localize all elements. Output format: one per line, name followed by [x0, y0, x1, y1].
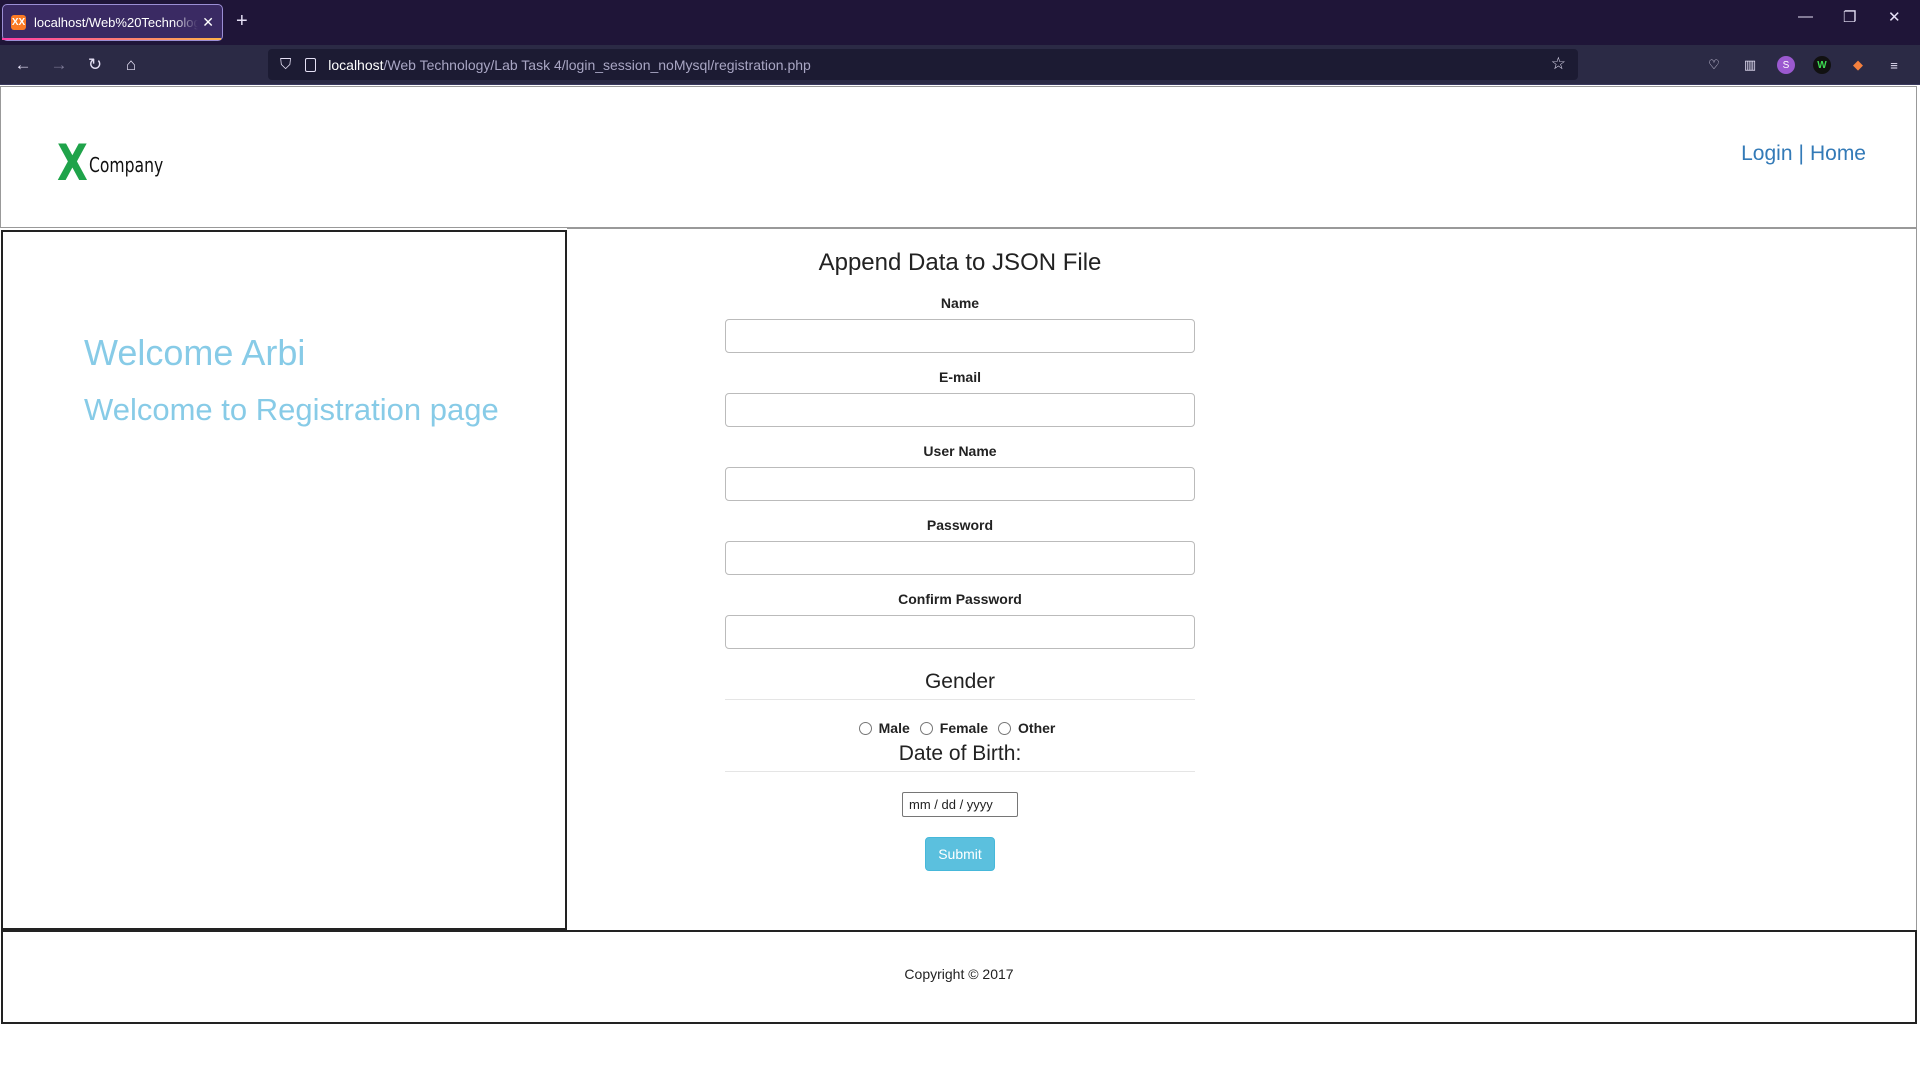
menu-hamburger-icon[interactable]: ≡	[1885, 56, 1903, 74]
url-text[interactable]: localhost/Web Technology/Lab Task 4/logi…	[328, 57, 811, 73]
welcome-page-heading: Welcome to Registration page	[84, 392, 499, 427]
header-nav: Login | Home	[1741, 142, 1866, 166]
confirm-password-label: Confirm Password	[898, 591, 1022, 607]
reload-icon[interactable]: ↻	[84, 54, 106, 76]
nav-separator: |	[1798, 142, 1804, 165]
dob-heading: Date of Birth:	[725, 742, 1195, 772]
confirm-password-input[interactable]	[725, 615, 1195, 649]
gender-other-radio[interactable]	[998, 721, 1012, 735]
extension-fox-icon[interactable]: ◆	[1849, 56, 1867, 74]
browser-tab-bar: XX localhost/Web%20Technology/Lab Task 4…	[0, 0, 1920, 45]
welcome-user-heading: Welcome Arbi	[84, 332, 306, 373]
registration-form: Append Data to JSON File Name E-mail Use…	[725, 229, 1195, 871]
tab-title: localhost/Web%20Technology/Lab Task 4/lo…	[34, 15, 199, 30]
home-icon[interactable]: ⌂	[120, 54, 142, 76]
gender-male-label[interactable]: Male	[879, 720, 910, 736]
minimize-icon[interactable]: —	[1798, 8, 1813, 25]
copyright-text: Copyright © 2017	[904, 966, 1014, 982]
tab-close-icon[interactable]: ✕	[202, 14, 214, 31]
restore-icon[interactable]: ❐	[1843, 8, 1856, 26]
extension-s-icon[interactable]: S	[1777, 56, 1795, 74]
gender-male-radio[interactable]	[858, 721, 872, 735]
new-tab-plus-icon[interactable]: +	[236, 10, 248, 33]
site-header: X Company Login | Home	[0, 86, 1917, 228]
close-window-icon[interactable]: ✕	[1888, 8, 1901, 26]
name-input[interactable]	[725, 319, 1195, 353]
shield-icon[interactable]: ⛉	[280, 56, 291, 73]
welcome-sidebar: Welcome Arbi Welcome to Registration pag…	[1, 230, 567, 930]
page-info-icon[interactable]	[305, 57, 317, 72]
browser-nav-bar: ← → ↻ ⌂ ⛉ localhost/Web Technology/Lab T…	[0, 45, 1920, 85]
url-path: /Web Technology/Lab Task 4/login_session…	[383, 56, 811, 73]
forward-arrow-icon[interactable]: →	[48, 54, 70, 76]
web-page: X Company Login | Home Welcome Arbi Welcom…	[0, 86, 1920, 1080]
url-host: localhost	[328, 56, 384, 73]
username-label: User Name	[923, 443, 997, 459]
logo-text: Company	[89, 153, 164, 177]
logo-mark: X	[57, 134, 88, 192]
sidebar-icon[interactable]: ▥	[1741, 56, 1759, 74]
main-content: Append Data to JSON File Name E-mail Use…	[567, 228, 1917, 930]
browser-tab[interactable]: XX localhost/Web%20Technology/Lab Task 4…	[2, 4, 223, 41]
gender-heading: Gender	[725, 670, 1195, 700]
email-input[interactable]	[725, 393, 1195, 427]
password-label: Password	[926, 517, 994, 533]
extension-w-icon[interactable]: W	[1813, 56, 1831, 74]
gender-radio-group: Male Female Other	[725, 720, 1195, 736]
gender-female-radio[interactable]	[919, 721, 933, 735]
pocket-icon[interactable]: ♡	[1705, 56, 1723, 74]
login-link[interactable]: Login	[1741, 142, 1792, 165]
form-title: Append Data to JSON File	[818, 249, 1102, 276]
xampp-favicon-icon: XX	[11, 15, 26, 30]
gender-female-label[interactable]: Female	[940, 720, 988, 736]
username-input[interactable]	[725, 467, 1195, 501]
back-arrow-icon[interactable]: ←	[12, 54, 34, 76]
bookmark-star-icon[interactable]: ☆	[1551, 54, 1566, 74]
password-input[interactable]	[725, 541, 1195, 575]
site-footer: Copyright © 2017	[1, 930, 1917, 1024]
tab-accent-bar	[2, 38, 221, 40]
company-logo: X Company	[57, 134, 184, 192]
gender-other-label[interactable]: Other	[1018, 720, 1055, 736]
submit-button[interactable]: Submit	[925, 837, 995, 871]
name-label: Name	[940, 295, 980, 311]
dob-date-input[interactable]: mm / dd / yyyy	[902, 792, 1018, 817]
url-bar[interactable]: ⛉ localhost/Web Technology/Lab Task 4/lo…	[268, 49, 1578, 80]
home-link[interactable]: Home	[1810, 142, 1866, 165]
email-label: E-mail	[938, 369, 981, 385]
